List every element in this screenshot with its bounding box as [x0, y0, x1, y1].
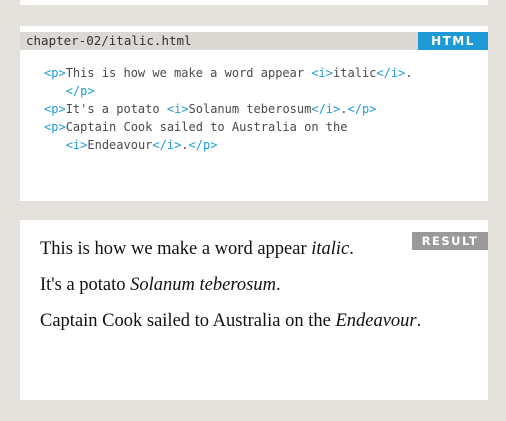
italic-text: Solanum teberosum	[130, 275, 276, 295]
code-tag: </i>	[376, 66, 406, 80]
code-text: Solanum teberosum	[188, 102, 312, 116]
code-tag: </p>	[65, 84, 95, 98]
plain-text: This is how we make a word appear	[40, 239, 312, 259]
code-tag: </p>	[347, 102, 377, 116]
file-name: chapter-02/italic.html	[26, 33, 192, 48]
code-header-bar: chapter-02/italic.html HTML	[20, 32, 488, 50]
code-text: It's a potato	[65, 102, 167, 116]
result-panel: RESULT This is how we make a word appear…	[20, 220, 488, 400]
code-line: <p>It's a potato <i>Solanum teberosum</i…	[44, 100, 484, 118]
code-tag: </p>	[188, 138, 218, 152]
code-text: .	[405, 66, 413, 80]
code-line: </p>	[44, 82, 484, 100]
code-tag: <i>	[311, 66, 334, 80]
language-badge: HTML	[418, 32, 488, 50]
code-tag: <p>	[44, 120, 66, 134]
code-line: <p>This is how we make a word appear <i>…	[44, 64, 484, 82]
italic-text: Endeavour	[335, 311, 417, 331]
plain-text: Captain Cook sailed to Australia on the	[40, 311, 336, 331]
previous-panel-edge	[20, 0, 488, 5]
code-text: This is how we make a word appear	[65, 66, 312, 80]
code-text: .	[181, 138, 189, 152]
result-paragraph: Captain Cook sailed to Australia on the …	[40, 307, 480, 343]
italic-text: italic	[311, 239, 350, 259]
code-tag: </i>	[311, 102, 341, 116]
code-tag: <i>	[65, 138, 88, 152]
code-line: <p>Captain Cook sailed to Australia on t…	[44, 118, 484, 136]
code-listing: <p>This is how we make a word appear <i>…	[44, 64, 484, 154]
result-paragraph: This is how we make a word appear italic…	[40, 235, 480, 271]
code-text: .	[340, 102, 348, 116]
rendered-result: This is how we make a word appear italic…	[40, 235, 480, 343]
code-text: italic	[333, 66, 377, 80]
plain-text: It's a potato	[40, 275, 131, 295]
code-tag: <p>	[44, 102, 66, 116]
code-tag: <p>	[44, 66, 66, 80]
plain-text: .	[416, 311, 422, 331]
code-text: Endeavour	[87, 138, 153, 152]
result-paragraph: It's a potato Solanum teberosum.	[40, 271, 480, 307]
code-tag: <i>	[166, 102, 189, 116]
code-tag: </i>	[152, 138, 182, 152]
plain-text: .	[349, 239, 354, 259]
code-text: Captain Cook sailed to Australia on the	[65, 120, 348, 134]
code-line: <i>Endeavour</i>.</p>	[44, 136, 484, 154]
code-example-panel: chapter-02/italic.html HTML <p>This is h…	[20, 26, 488, 201]
plain-text: .	[275, 275, 281, 295]
